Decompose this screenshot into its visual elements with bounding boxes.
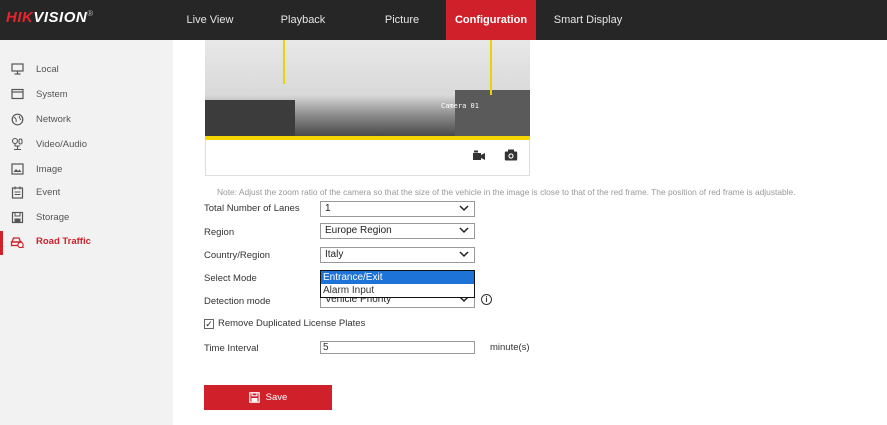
region-select[interactable]: Europe Region [320, 223, 475, 239]
sidebar-item-event[interactable]: Event [10, 182, 173, 202]
video-frame [455, 90, 530, 140]
sidebar-item-label: Image [36, 163, 63, 175]
sidebar-item-road-traffic[interactable]: Road Traffic [10, 231, 173, 251]
microphone-icon [10, 137, 24, 151]
sidebar-item-label: Local [36, 63, 59, 75]
sidebar-item-image[interactable]: Image [10, 159, 173, 179]
select-mode-option-entrance-exit[interactable]: Entrance/Exit [321, 271, 474, 284]
capture-icon[interactable] [504, 149, 518, 164]
car-icon [10, 234, 24, 248]
sidebar-item-label: Event [36, 186, 61, 198]
floppy-icon [10, 210, 24, 224]
sidebar-active-marker [0, 231, 3, 255]
detection-mode-label: Detection mode [204, 296, 271, 307]
total-lanes-select[interactable]: 1 [320, 201, 475, 217]
sidebar-item-network[interactable]: Network [10, 109, 173, 129]
region-label: Region [204, 227, 235, 238]
sidebar-item-label: System [36, 88, 68, 100]
time-interval-unit: minute(s) [490, 342, 530, 353]
sidebar-item-label: Storage [36, 211, 70, 223]
top-navigation-bar: HIKVISION® Live View Playback Picture Co… [0, 0, 887, 40]
nav-playback[interactable]: Playback [275, 0, 331, 40]
time-interval-input[interactable]: 5 [320, 341, 475, 354]
nav-live-view[interactable]: Live View [185, 0, 235, 40]
sidebar: Local System Network Video/Audio Image E… [0, 40, 173, 425]
remove-duplicates-label: Remove Duplicated License Plates [218, 318, 366, 329]
window-icon [10, 87, 24, 101]
save-button[interactable]: Save [204, 385, 332, 410]
monitor-icon [10, 62, 24, 76]
zoom-note: Note: Adjust the zoom ratio of the camer… [217, 187, 796, 197]
image-icon [10, 162, 24, 176]
remove-duplicates-checkbox[interactable]: ✓ [204, 319, 214, 329]
floppy-icon [248, 392, 260, 403]
total-lanes-value: 1 [325, 203, 331, 214]
globe-icon [10, 112, 24, 126]
sidebar-item-label: Network [36, 113, 71, 125]
camera-name-osd: Camera 01 [441, 102, 479, 110]
lane-line-left[interactable] [283, 40, 285, 84]
sidebar-item-label: Video/Audio [36, 138, 88, 150]
sidebar-item-video-audio[interactable]: Video/Audio [10, 134, 173, 154]
select-mode-dropdown[interactable]: Entrance/Exit Alarm Input [320, 270, 475, 298]
save-button-label: Save [265, 392, 288, 403]
country-region-value: Italy [325, 249, 344, 260]
time-interval-label: Time Interval [204, 343, 259, 354]
info-icon[interactable]: i [481, 294, 492, 305]
country-region-label: Country/Region [204, 250, 271, 261]
total-lanes-label: Total Number of Lanes [204, 203, 300, 214]
chevron-down-icon [459, 249, 469, 263]
select-mode-label: Select Mode [204, 273, 257, 284]
chevron-down-icon [459, 225, 469, 239]
live-video-preview[interactable] [205, 40, 530, 140]
record-icon[interactable] [472, 150, 486, 165]
country-region-select[interactable]: Italy [320, 247, 475, 263]
video-frame [205, 100, 295, 140]
calendar-icon [10, 185, 24, 199]
sidebar-item-storage[interactable]: Storage [10, 207, 173, 227]
hikvision-logo: HIKVISION® [6, 9, 94, 26]
sidebar-item-system[interactable]: System [10, 84, 173, 104]
chevron-down-icon [459, 203, 469, 217]
sidebar-item-local[interactable]: Local [10, 59, 173, 79]
nav-configuration[interactable]: Configuration [446, 0, 536, 40]
sidebar-item-label: Road Traffic [36, 235, 91, 247]
lane-line-right[interactable] [490, 40, 492, 95]
nav-picture[interactable]: Picture [378, 0, 426, 40]
region-value: Europe Region [325, 225, 392, 236]
nav-smart-display[interactable]: Smart Display [550, 0, 626, 40]
select-mode-option-alarm-input[interactable]: Alarm Input [321, 284, 474, 297]
video-toolbar [205, 140, 530, 176]
